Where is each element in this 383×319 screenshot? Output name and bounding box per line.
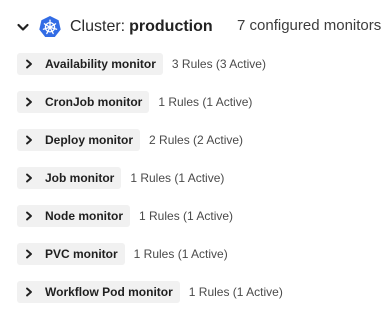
monitor-toggle-deploy[interactable]: Deploy monitor	[17, 129, 141, 151]
monitor-name: Node monitor	[45, 209, 123, 223]
monitor-name: Job monitor	[45, 171, 115, 185]
monitor-rules-summary: 1 Rules (1 Active)	[130, 171, 225, 185]
cluster-label: Cluster:	[70, 18, 126, 35]
monitor-rules-summary: 3 Rules (3 Active)	[171, 57, 266, 71]
monitor-name: Deploy monitor	[45, 133, 134, 147]
chevron-right-icon	[23, 134, 35, 146]
monitor-list: Availability monitor 3 Rules (3 Active) …	[17, 53, 283, 319]
monitor-row: Job monitor 1 Rules (1 Active)	[17, 167, 283, 189]
cluster-header[interactable]: Cluster: production	[14, 12, 213, 42]
chevron-right-icon	[23, 286, 35, 298]
monitor-rules-summary: 1 Rules (1 Active)	[133, 247, 228, 261]
monitor-toggle-availability[interactable]: Availability monitor	[17, 53, 163, 75]
monitor-name: Availability monitor	[45, 57, 156, 71]
monitor-row: Deploy monitor 2 Rules (2 Active)	[17, 129, 283, 151]
cluster-title: Cluster: production	[70, 18, 213, 36]
monitor-toggle-job[interactable]: Job monitor	[17, 167, 122, 189]
cluster-name: production	[129, 18, 213, 35]
monitor-toggle-pvc[interactable]: PVC monitor	[17, 243, 125, 265]
monitor-row: Workflow Pod monitor 1 Rules (1 Active)	[17, 281, 283, 303]
monitor-name: Workflow Pod monitor	[45, 285, 173, 299]
chevron-right-icon	[23, 210, 35, 222]
chevron-right-icon	[23, 172, 35, 184]
chevron-down-icon[interactable]	[14, 18, 32, 36]
configured-monitors-count: 7 configured monitors	[237, 17, 382, 34]
monitor-row: Node monitor 1 Rules (1 Active)	[17, 205, 283, 227]
monitor-row: PVC monitor 1 Rules (1 Active)	[17, 243, 283, 265]
monitor-row: CronJob monitor 1 Rules (1 Active)	[17, 91, 283, 113]
monitor-toggle-workflow-pod[interactable]: Workflow Pod monitor	[17, 281, 180, 303]
monitor-name: PVC monitor	[45, 247, 118, 261]
monitor-name: CronJob monitor	[45, 95, 143, 109]
monitor-rules-summary: 1 Rules (1 Active)	[139, 209, 234, 223]
chevron-right-icon	[23, 96, 35, 108]
monitor-toggle-cronjob[interactable]: CronJob monitor	[17, 91, 150, 113]
monitor-rules-summary: 1 Rules (1 Active)	[188, 285, 283, 299]
monitor-toggle-node[interactable]: Node monitor	[17, 205, 130, 227]
monitor-rules-summary: 1 Rules (1 Active)	[158, 95, 253, 109]
monitor-row: Availability monitor 3 Rules (3 Active)	[17, 53, 283, 75]
kubernetes-icon	[38, 15, 62, 39]
monitor-rules-summary: 2 Rules (2 Active)	[149, 133, 244, 147]
chevron-right-icon	[23, 248, 35, 260]
chevron-right-icon	[23, 58, 35, 70]
